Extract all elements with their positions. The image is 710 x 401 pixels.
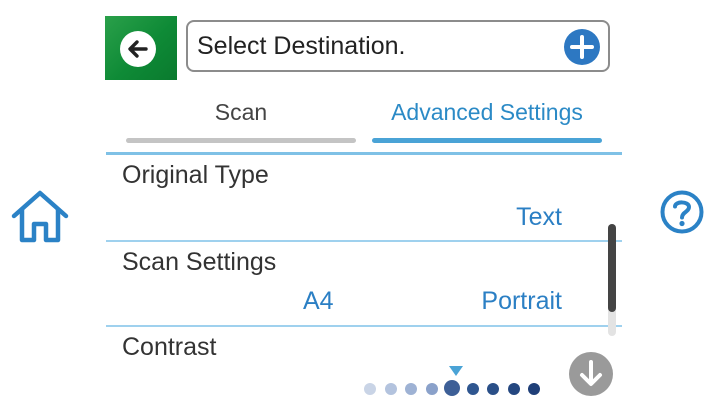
destination-field[interactable]: Select Destination. bbox=[186, 20, 610, 72]
page-dot bbox=[528, 383, 540, 395]
page-indicator bbox=[360, 366, 560, 401]
setting-scan-settings[interactable]: Scan Settings A4 Portrait bbox=[106, 242, 622, 327]
back-arrow-icon bbox=[120, 31, 156, 67]
page-dot bbox=[384, 383, 397, 395]
arrow-down-icon[interactable] bbox=[568, 351, 614, 397]
setting-label: Contrast bbox=[122, 333, 217, 361]
page-dot-active bbox=[444, 380, 460, 396]
home-icon[interactable] bbox=[8, 188, 72, 244]
tab-advanced-settings[interactable]: Advanced Settings bbox=[372, 95, 602, 150]
back-button[interactable] bbox=[105, 16, 177, 80]
scrollbar[interactable] bbox=[608, 224, 616, 336]
help-icon[interactable] bbox=[660, 190, 704, 234]
page-dot bbox=[466, 383, 479, 395]
tab-scan-label: Scan bbox=[214, 99, 268, 125]
plus-icon[interactable] bbox=[563, 28, 601, 66]
setting-original-type[interactable]: Original Type Text bbox=[106, 155, 622, 242]
destination-placeholder: Select Destination. bbox=[197, 32, 406, 60]
setting-value: Text bbox=[516, 203, 562, 231]
tab-scan-underline bbox=[126, 138, 356, 143]
page-dot bbox=[487, 383, 499, 395]
page-dot bbox=[425, 383, 438, 395]
setting-label: Original Type bbox=[122, 161, 269, 189]
scrollbar-thumb[interactable] bbox=[608, 224, 616, 312]
tab-scan[interactable]: Scan bbox=[126, 95, 356, 150]
setting-value-size: A4 bbox=[303, 287, 334, 315]
tab-advanced-settings-underline bbox=[372, 138, 602, 143]
current-page-marker-icon bbox=[449, 366, 463, 376]
setting-label: Scan Settings bbox=[122, 248, 277, 276]
page-dot bbox=[364, 383, 376, 395]
page-dot bbox=[507, 383, 520, 395]
tab-advanced-settings-label: Advanced Settings bbox=[391, 99, 583, 125]
scan-advanced-settings-screen: Select Destination. Scan Advanced Settin… bbox=[0, 0, 710, 401]
page-dot bbox=[405, 383, 417, 395]
setting-value-orientation: Portrait bbox=[481, 287, 562, 315]
